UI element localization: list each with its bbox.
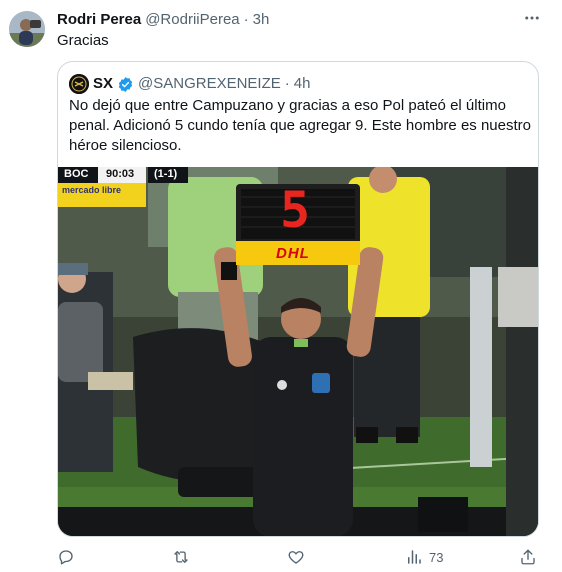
tweet-actions: 73 [57, 545, 539, 569]
quoted-header: SX @SANGREXENEIZE · 4h [69, 74, 310, 94]
views-chart-icon [408, 550, 421, 564]
quoted-timestamp[interactable]: 4h [294, 74, 311, 94]
author-avatar[interactable] [9, 11, 45, 47]
scoreboard-score: (1-1) [154, 168, 178, 180]
reply-icon [59, 550, 73, 565]
tweet[interactable]: Rodri Perea @RodriiPerea · 3h Gracias SX [0, 0, 562, 572]
sx-logo-icon [69, 74, 89, 94]
scoreboard-time: 90:03 [106, 168, 135, 180]
heart-icon [288, 551, 304, 564]
board-number: 5 [280, 181, 311, 239]
header-separator: · [243, 11, 249, 28]
scoreboard-team: BOC [64, 168, 89, 180]
tweet-text: Gracias [57, 32, 109, 49]
quoted-avatar[interactable] [69, 74, 89, 94]
quoted-tweet[interactable]: SX @SANGREXENEIZE · 4h No dejó que entre… [57, 61, 539, 537]
share-button[interactable] [519, 545, 537, 569]
repost-icon [174, 551, 188, 563]
more-options-button[interactable] [519, 8, 545, 28]
quoted-separator: · [284, 75, 290, 92]
views-count: 73 [429, 549, 444, 565]
quoted-media-video[interactable]: BOC 90:03 (1-1) mercado libre 5 DHL [58, 167, 538, 536]
author-handle[interactable]: @RodriiPerea [145, 10, 239, 30]
quoted-text: No dejó que entre Campuzano y gracias a … [69, 97, 531, 154]
quoted-author-name[interactable]: SX [93, 74, 113, 94]
reply-button[interactable] [57, 545, 75, 569]
share-icon [521, 549, 535, 565]
tweet-timestamp[interactable]: 3h [253, 10, 270, 30]
avatar-photo [9, 11, 45, 47]
verified-badge-icon [118, 76, 133, 92]
quoted-author-handle[interactable]: @SANGREXENEIZE [138, 74, 281, 94]
tweet-header: Rodri Perea @RodriiPerea · 3h [57, 10, 269, 30]
board-brand-logo: DHL [276, 245, 310, 262]
repost-button[interactable] [172, 545, 190, 569]
like-button[interactable] [287, 545, 305, 569]
sponsor-logo-text: mercado libre [62, 185, 122, 195]
more-dots-icon [525, 16, 539, 20]
views-button[interactable]: 73 [405, 545, 443, 569]
author-name[interactable]: Rodri Perea [57, 10, 141, 30]
